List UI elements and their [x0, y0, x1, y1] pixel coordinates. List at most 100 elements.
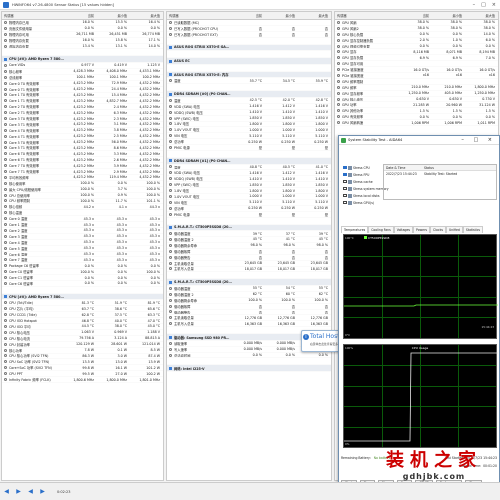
sensor-min-value: 0.630 V [449, 97, 462, 102]
column-header[interactable]: 传感器 当前 最小值 最大值 [335, 12, 498, 20]
checkbox[interactable] [343, 200, 347, 205]
header-current[interactable]: 当前 [64, 13, 97, 18]
sensor-row[interactable]: Infinity Fabric 频率 (FCLK) 1,800.6 MHz 1,80… [2, 377, 163, 383]
checkbox[interactable] [343, 186, 347, 191]
sensor-current-value: 42.5 °C [249, 98, 262, 103]
sensor-column-1[interactable]: 传感器 当前 最小值 最大值 物理内存已用 16.0 % 15.5 % 16.4 % 页… [1, 11, 164, 481]
header-sensor[interactable]: 传感器 [167, 13, 232, 18]
sensor-group-header[interactable]: CPU [#0]: AMD Ryzen 7 5800X3D [2, 56, 163, 64]
date-column-header[interactable]: Date & Time [384, 166, 424, 170]
forward-arrow-icon[interactable]: ▶ [15, 488, 22, 495]
sensor-min-value: 0.0 % [452, 32, 462, 37]
sensor-min-value: 1.800 V [282, 188, 295, 193]
sensor-group-header[interactable]: ASUS EC [167, 58, 331, 65]
sensor-min-value: 3.9 MHz [113, 163, 127, 168]
minimize-icon[interactable]: – [473, 2, 476, 8]
sensor-max-value: 13.9 W [148, 359, 160, 364]
sensor-group-header[interactable]: S.M.A.R.T.: CT500P5SSD8 (2045E4F9D3A4) [167, 279, 331, 286]
sensor-icon [337, 97, 340, 101]
status-column-header[interactable]: Status [424, 166, 434, 170]
header-sensor[interactable]: 传感器 [2, 13, 64, 18]
sensor-max-value: 否 [324, 310, 328, 315]
tab-unified[interactable]: Unified [445, 226, 463, 233]
stress-memory-option[interactable]: Stress system memory [343, 185, 389, 192]
stress-gpu-option[interactable]: Stress GPU(s) [343, 199, 379, 206]
sensor-name: Core 3 T1 有效频率 [9, 122, 40, 127]
temperature-line [344, 304, 498, 307]
chip-icon [169, 280, 172, 284]
sensor-min-value: 1.0 % [452, 38, 462, 43]
sensor-icon [4, 111, 7, 115]
sensor-min-value: 210.0 MHz [444, 85, 462, 90]
back-arrow-icon-2[interactable]: ◀ [27, 488, 34, 495]
sensor-group-header[interactable]: DDR4 SDRAM [#0] (P0 CHANNEL A/DIMM 0) [167, 91, 331, 98]
column-header[interactable]: 传感器 当前 最小值 最大值 [167, 12, 331, 20]
close-icon[interactable]: × [492, 2, 496, 8]
back-arrow-icon[interactable]: ◀ [3, 488, 10, 495]
stability-title-bar[interactable]: System Stability Test - AIDA64 – □ × [339, 136, 499, 145]
header-min[interactable]: 最小值 [265, 13, 298, 18]
sensor-group-header[interactable]: ASUS ROG STRIX X570-E: 内存 [167, 71, 331, 79]
forward-arrow-icon-2[interactable]: ▶ [39, 488, 46, 495]
header-max[interactable]: 最大值 [298, 13, 331, 18]
sensor-min-value: 12,776 GB [277, 315, 295, 320]
checkbox[interactable] [343, 193, 347, 198]
column-header[interactable]: 传感器 当前 最小值 最大值 [2, 12, 163, 20]
sensor-min-value: 0.1 W [117, 348, 127, 353]
sensor-current-value: 55.7 °C [249, 78, 262, 83]
sensor-current-value: 98.0 % [250, 243, 262, 248]
tab-statistics[interactable]: Statistics [462, 226, 484, 233]
stress-cache-option[interactable]: Stress cache [343, 178, 379, 185]
tab-clocks[interactable]: Clocks [429, 226, 446, 233]
sensor-name: Core 0 T1 有效频率 [9, 87, 40, 92]
sensor-current-value: 0.0 % [419, 114, 429, 119]
sensor-group-header[interactable]: CPU [#0]: AMD Ryzen 7 5800X3D: Enhanced [2, 293, 163, 301]
sensor-current-value: 16,363 GB [244, 321, 262, 326]
sensor-name: GPU 风扇 [342, 20, 357, 25]
sensor-group-header[interactable]: 网络: Intel I225-V [167, 365, 331, 373]
sensor-max-value: 4,432.2 MHz [139, 140, 160, 145]
stability-window-controls[interactable]: – □ × [461, 137, 496, 143]
checkbox[interactable] [343, 165, 347, 170]
sensor-name: 驱动器剩余寿命 [174, 243, 198, 248]
sensor-group-header[interactable]: DDR4 SDRAM [#1] (P0 CHANNEL B/DIMM 0) [167, 157, 331, 165]
header-current[interactable]: 当前 [399, 13, 432, 18]
sensor-name: VDD (SWA) 电压 [174, 104, 201, 109]
tab-temperatures[interactable]: Temperatures [341, 226, 369, 233]
sensor-icon [169, 267, 172, 271]
sensor-group-header[interactable]: ASUS ROG STRIX X570-E GAMING (Nuvoton) [167, 44, 331, 52]
stress-disks-option[interactable]: Stress local disks [343, 192, 380, 199]
sensor-row[interactable]: GPU 风扇转速 1,006 RPM 1,006 RPM 1,011 RPM [335, 120, 498, 127]
sensor-min-value: 45.3 x [116, 234, 127, 239]
maximize-icon[interactable]: □ [481, 2, 486, 8]
checkbox[interactable] [343, 172, 347, 177]
sensor-max-value: 否 [324, 249, 328, 254]
header-sensor[interactable]: 传感器 [335, 13, 399, 18]
header-current[interactable]: 当前 [232, 13, 265, 18]
sensor-current-value: 0.0 % [84, 26, 94, 31]
sensor-max-value: 0.0 % [150, 275, 160, 280]
stress-cpu-option[interactable]: Stress CPU [343, 164, 379, 171]
sensor-group-header[interactable]: S.M.A.R.T.: CT500P5SSD8 (2045E4F9D3B2) [167, 224, 331, 232]
stability-test-window[interactable]: System Stability Test - AIDA64 – □ × Str… [338, 135, 500, 492]
sensor-icon [4, 81, 7, 85]
header-min[interactable]: 最小值 [97, 13, 130, 18]
sensor-icon [4, 319, 7, 323]
sensor-icon [4, 336, 7, 340]
sensor-name: CPU 总使用率 [9, 193, 30, 198]
blank-row [167, 84, 331, 92]
checkbox[interactable] [343, 179, 347, 184]
header-max[interactable]: 最大值 [465, 13, 498, 18]
tab-cooling-fans[interactable]: Cooling Fans [368, 226, 394, 233]
sensor-current-value: 1.000 V [249, 127, 262, 132]
cpu-usage-graph: CPU Usage 100% 0% [343, 344, 498, 448]
header-max[interactable]: 最大值 [130, 13, 163, 18]
tab-powers[interactable]: Powers [412, 226, 430, 233]
sensor-icon [4, 175, 7, 179]
chip-icon [169, 335, 172, 339]
sensor-column-2[interactable]: 传感器 当前 最小值 最大值 已读取数据 (MC) 已写入数据 (PROCHOT … [166, 11, 332, 481]
sensor-icon [4, 324, 7, 328]
stress-fpu-option[interactable]: Stress FPU [343, 171, 379, 178]
header-min[interactable]: 最小值 [432, 13, 465, 18]
tab-voltages[interactable]: Voltages [393, 226, 413, 233]
